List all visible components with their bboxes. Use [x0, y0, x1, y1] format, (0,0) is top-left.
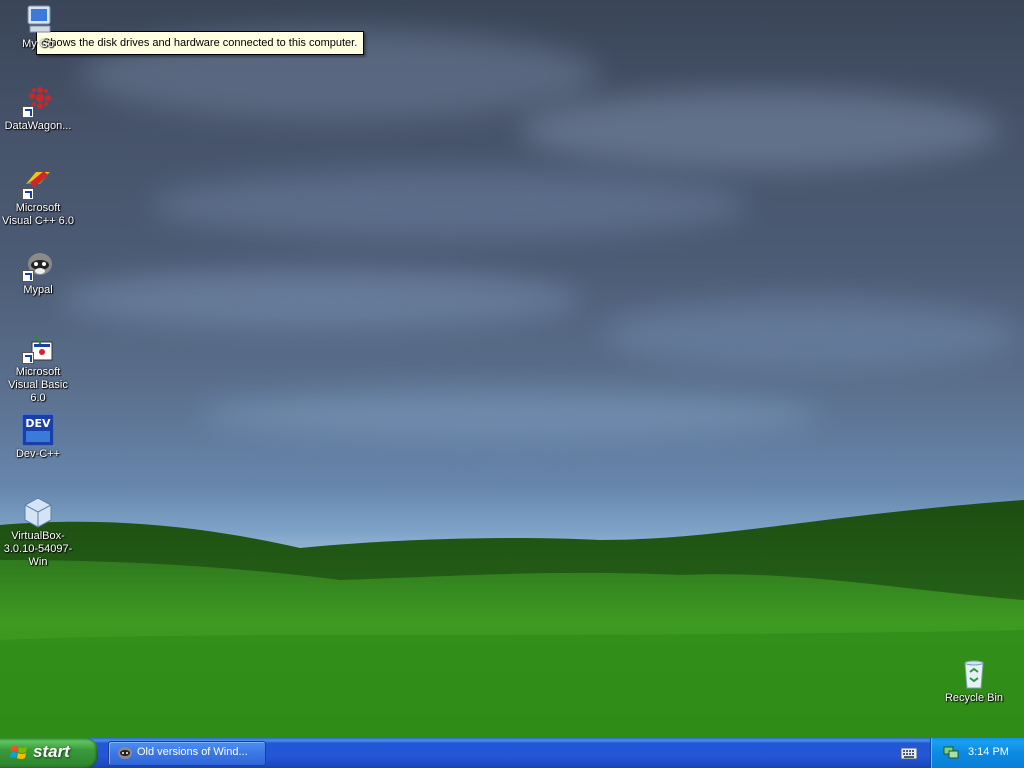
dev-cpp-icon: DEV [21, 413, 55, 447]
network-icon[interactable] [943, 744, 959, 760]
desktop-icon-label: VirtualBox-3.0.10-54097-Win [3, 530, 73, 568]
visual-cpp-icon [22, 168, 54, 200]
shortcut-arrow-icon [22, 106, 34, 118]
desktop-icon-virtualbox[interactable]: VirtualBox-3.0.10-54097-Win [0, 496, 76, 569]
start-label: start [33, 742, 70, 761]
desktop-icon-visual-basic[interactable]: Microsoft Visual Basic 6.0 [0, 332, 76, 405]
clock[interactable]: 3:14 PM [968, 746, 1009, 758]
green-hills [0, 500, 1024, 738]
desktop-icon-my-computer[interactable]: My Co [0, 4, 76, 51]
desktop-icon-label: Microsoft Visual C++ 6.0 [2, 202, 74, 227]
desktop-icon-recycle-bin[interactable]: Recycle Bin [936, 658, 1012, 705]
desktop-icon-label: Recycle Bin [944, 692, 1004, 704]
start-button[interactable]: start [0, 738, 98, 768]
desktop-icon-dev-cpp[interactable]: DEV Dev-C++ [0, 413, 76, 461]
visual-basic-icon [22, 332, 54, 364]
keyboard-icon[interactable] [900, 745, 918, 761]
recycle-bin-icon [958, 658, 990, 690]
taskbar: start Old versions of Wind... 3:14 PM [0, 738, 1024, 768]
desktop-icon-mypal[interactable]: Mypal [0, 250, 76, 297]
desktop-icon-label: Dev-C++ [15, 448, 61, 460]
desktop-icon-visual-cpp[interactable]: Microsoft Visual C++ 6.0 [0, 168, 76, 228]
desktop-icon-datawagon[interactable]: DataWagon... [0, 86, 76, 133]
desktop-icon-label: Mypal [23, 284, 53, 296]
desktop[interactable]: Shows the disk drives and hardware conne… [0, 0, 1024, 738]
shortcut-arrow-icon [22, 188, 34, 200]
virtualbox-icon [22, 496, 54, 528]
datawagon-icon [22, 86, 54, 118]
taskbar-window-button[interactable]: Old versions of Wind... [108, 741, 266, 766]
desktop-icon-label: My Co [22, 38, 54, 50]
system-tray: 3:14 PM [930, 738, 1024, 768]
shortcut-arrow-icon [22, 352, 34, 364]
tooltip: Shows the disk drives and hardware conne… [36, 31, 365, 55]
windows-logo-icon [10, 746, 27, 759]
my-computer-icon [22, 4, 54, 36]
mypal-icon [22, 250, 54, 282]
taskbar-window-label: Old versions of Wind... [137, 746, 248, 758]
shortcut-arrow-icon [22, 270, 34, 282]
desktop-icon-label: DataWagon... [4, 120, 72, 132]
svg-text:DEV: DEV [25, 417, 51, 430]
desktop-icon-label: Microsoft Visual Basic 6.0 [8, 366, 68, 404]
browser-window-icon [118, 747, 132, 759]
